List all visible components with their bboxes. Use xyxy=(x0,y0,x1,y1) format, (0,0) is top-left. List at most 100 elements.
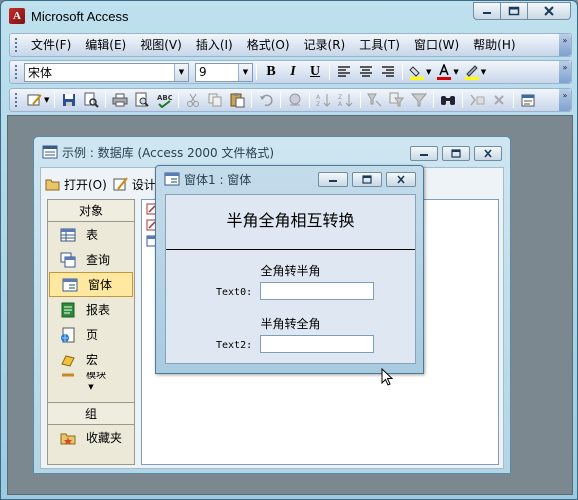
macro-icon xyxy=(60,352,76,368)
cut-button[interactable] xyxy=(182,90,204,110)
object-macros[interactable]: 宏 xyxy=(48,347,134,372)
underline-button[interactable]: U xyxy=(304,62,326,82)
properties-button[interactable] xyxy=(517,90,539,110)
menu-edit[interactable]: 编辑(E) xyxy=(78,34,133,56)
align-left-button[interactable] xyxy=(333,62,355,82)
menu-insert[interactable]: 插入(I) xyxy=(189,34,240,56)
menu-window[interactable]: 窗口(W) xyxy=(407,34,466,56)
form-maximize-button[interactable] xyxy=(352,172,382,187)
menu-records[interactable]: 记录(R) xyxy=(297,34,353,56)
form-window-controls xyxy=(314,172,416,187)
open-folder-icon[interactable] xyxy=(45,176,61,192)
save-button[interactable] xyxy=(58,90,80,110)
open-button[interactable]: 打开(O) xyxy=(64,176,107,193)
apply-filter-button[interactable] xyxy=(408,90,430,110)
copy-button[interactable] xyxy=(204,90,226,110)
fill-color-button[interactable] xyxy=(406,62,428,82)
db-maximize-button[interactable] xyxy=(442,146,470,161)
design-button[interactable]: 设计 xyxy=(132,176,156,193)
find-button[interactable] xyxy=(437,90,459,110)
italic-button[interactable]: I xyxy=(282,62,304,82)
group-favorites[interactable]: 收藏夹 xyxy=(48,425,134,450)
print-button[interactable] xyxy=(109,90,131,110)
toolbar-options-chevron[interactable]: » xyxy=(559,34,571,56)
floppy-disk-icon xyxy=(63,94,76,106)
close-button[interactable] xyxy=(527,2,571,20)
form-window: 窗体1 : 窗体 半角全角相互转换 全角转半角 Text0: 半角转全角 Tex… xyxy=(155,165,424,374)
maximize-icon xyxy=(362,175,372,184)
font-color-button[interactable] xyxy=(433,62,455,82)
window-controls xyxy=(473,2,571,20)
line-color-button[interactable] xyxy=(461,62,483,82)
toolbar-grip[interactable] xyxy=(14,37,18,53)
objects-scroll-down-arrow[interactable]: ▼ xyxy=(48,383,134,392)
form-icon[interactable] xyxy=(164,172,180,186)
new-record-button[interactable] xyxy=(466,90,488,110)
chevron-down-icon[interactable]: ▼ xyxy=(238,63,252,81)
insert-hyperlink-button[interactable] xyxy=(284,90,306,110)
toolbar-options-chevron[interactable]: » xyxy=(559,61,571,83)
object-queries[interactable]: 查询 xyxy=(48,247,134,272)
toolbar-grip[interactable] xyxy=(14,92,18,108)
delete-record-button[interactable] xyxy=(488,90,510,110)
form-icon xyxy=(62,277,78,293)
minimize-button[interactable] xyxy=(473,2,500,20)
text2-input[interactable] xyxy=(260,335,374,353)
chevron-down-icon[interactable]: ▼ xyxy=(481,68,486,76)
object-modules[interactable]: 模块 xyxy=(48,372,134,383)
spelling-button[interactable]: ABC xyxy=(153,90,175,110)
toolbar-separator xyxy=(402,64,403,80)
mouse-cursor-icon xyxy=(381,368,394,386)
align-left-icon xyxy=(338,66,350,77)
undo-button[interactable] xyxy=(255,90,277,110)
access-icon[interactable]: A xyxy=(9,8,25,24)
file-search-button[interactable] xyxy=(80,90,102,110)
favorites-folder-icon xyxy=(60,430,76,446)
toolbar-options-chevron[interactable]: » xyxy=(559,89,571,111)
database-icon[interactable] xyxy=(42,144,58,160)
font-name-combo[interactable]: 宋体 ▼ xyxy=(24,62,189,82)
design-icon[interactable] xyxy=(113,176,129,192)
view-button[interactable] xyxy=(24,90,46,110)
menu-tools[interactable]: 工具(T) xyxy=(352,34,407,56)
chevron-down-icon[interactable]: ▼ xyxy=(44,96,49,104)
object-forms[interactable]: 窗体 xyxy=(49,272,133,297)
chevron-down-icon[interactable]: ▼ xyxy=(174,63,188,81)
filter-by-selection-button[interactable] xyxy=(364,90,386,110)
sort-ascending-button[interactable]: AZ xyxy=(313,90,335,110)
filter-by-form-button[interactable] xyxy=(386,90,408,110)
align-center-button[interactable] xyxy=(355,62,377,82)
toolbar-separator xyxy=(54,92,56,108)
objects-header[interactable]: 对象 xyxy=(48,200,134,222)
copy-icon xyxy=(208,93,222,107)
paste-button[interactable] xyxy=(226,90,248,110)
toolbar-grip[interactable] xyxy=(14,64,18,80)
align-right-button[interactable] xyxy=(377,62,399,82)
print-preview-button[interactable] xyxy=(131,90,153,110)
object-reports[interactable]: 报表 xyxy=(48,297,134,322)
menu-format[interactable]: 格式(O) xyxy=(240,34,297,56)
font-size-combo[interactable]: 9 ▼ xyxy=(195,62,253,82)
text0-label: Text0: xyxy=(216,287,253,298)
groups-header[interactable]: 组 xyxy=(48,403,134,425)
menu-view[interactable]: 视图(V) xyxy=(133,34,189,56)
bold-button[interactable]: B xyxy=(260,62,282,82)
menu-help[interactable]: 帮助(H) xyxy=(466,34,522,56)
maximize-button[interactable] xyxy=(500,2,527,20)
object-label: 查询 xyxy=(86,253,111,267)
properties-icon xyxy=(521,94,535,107)
form-close-button[interactable] xyxy=(386,172,416,187)
form-minimize-button[interactable] xyxy=(318,172,348,187)
text0-input[interactable] xyxy=(260,282,374,300)
db-window-controls xyxy=(406,146,502,161)
object-pages[interactable]: 页 xyxy=(48,322,134,347)
object-label: 模块 xyxy=(86,372,106,381)
menu-file[interactable]: 文件(F) xyxy=(24,34,78,56)
toolbar-separator xyxy=(251,92,253,108)
chevron-down-icon[interactable]: ▼ xyxy=(426,68,431,76)
db-minimize-button[interactable] xyxy=(410,146,438,161)
chevron-down-icon[interactable]: ▼ xyxy=(453,68,458,76)
sort-descending-button[interactable]: ZA xyxy=(335,90,357,110)
db-close-button[interactable] xyxy=(474,146,502,161)
object-tables[interactable]: 表 xyxy=(48,222,134,247)
